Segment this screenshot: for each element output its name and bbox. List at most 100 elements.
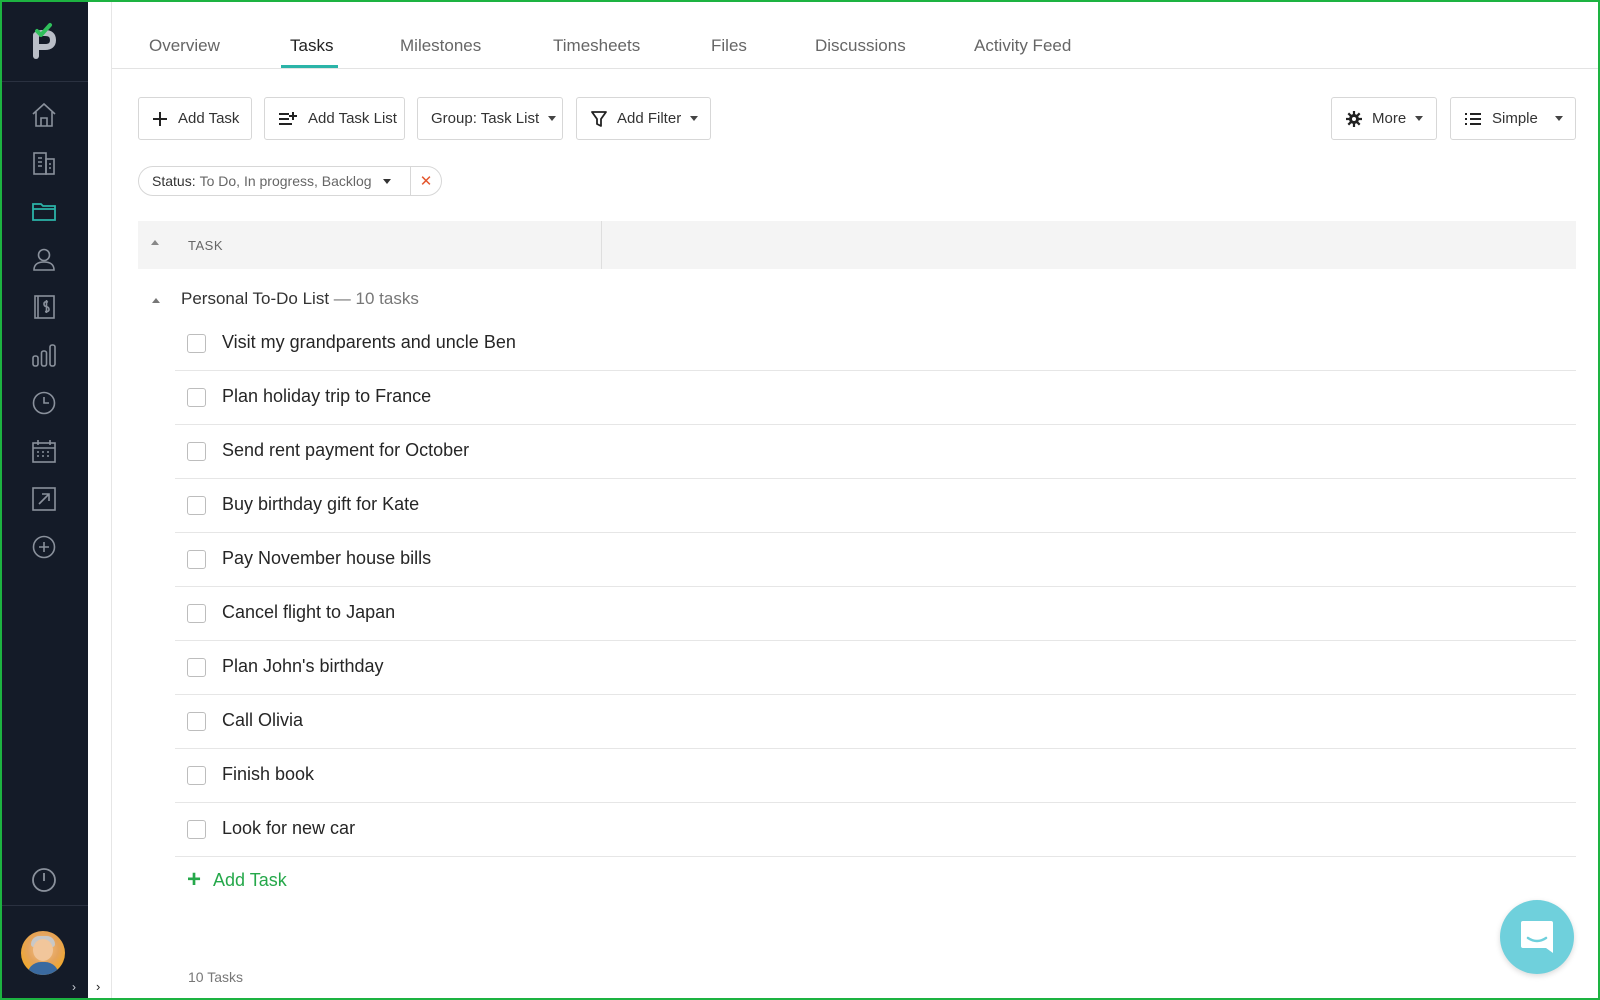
task-list-name: Personal To-Do List	[181, 289, 330, 308]
task-complete-checkbox[interactable]	[187, 604, 206, 623]
status-filter-dropdown[interactable]: Status: To Do, In progress, Backlog	[139, 167, 411, 195]
dollar-ledger-icon	[34, 295, 55, 319]
nav-calendar[interactable]	[0, 429, 88, 473]
nav-invoices[interactable]	[0, 285, 88, 329]
more-label: More	[1372, 110, 1407, 127]
bar-chart-icon	[32, 344, 56, 367]
add-filter-label: Add Filter	[617, 110, 682, 127]
collapse-strip	[88, 0, 112, 1000]
task-name[interactable]: Plan holiday trip to France	[222, 386, 431, 407]
p-logo-icon	[33, 22, 57, 59]
task-row[interactable]: Call Olivia	[175, 695, 1576, 749]
power-clock-icon	[32, 868, 56, 892]
more-dropdown[interactable]: More	[1331, 97, 1437, 140]
task-complete-checkbox[interactable]	[187, 334, 206, 353]
task-complete-checkbox[interactable]	[187, 388, 206, 407]
caret-down-icon	[548, 116, 557, 121]
home-icon	[32, 102, 56, 127]
chat-launcher-button[interactable]	[1500, 900, 1574, 974]
task-name[interactable]: Visit my grandparents and uncle Ben	[222, 332, 516, 353]
task-name[interactable]: Plan John's birthday	[222, 656, 384, 677]
plus-icon: +	[187, 866, 202, 893]
task-row[interactable]: Finish book	[175, 749, 1576, 803]
task-total-count: 10 Tasks	[188, 969, 243, 985]
avatar[interactable]	[21, 931, 65, 975]
calendar-icon	[32, 440, 56, 463]
add-task-button[interactable]: Add Task	[138, 97, 252, 140]
task-row[interactable]: Visit my grandparents and uncle Ben	[175, 317, 1576, 371]
chat-bubble-icon	[1521, 921, 1553, 953]
nav-home[interactable]	[0, 93, 88, 137]
sidebar-divider	[0, 905, 88, 906]
task-row[interactable]: Plan holiday trip to France	[175, 371, 1576, 425]
nav-add[interactable]	[0, 525, 88, 569]
view-mode-dropdown[interactable]: Simple	[1450, 97, 1576, 140]
caret-down-icon	[690, 116, 699, 121]
task-complete-checkbox[interactable]	[187, 442, 206, 461]
task-name[interactable]: Pay November house bills	[222, 548, 431, 569]
task-complete-checkbox[interactable]	[187, 766, 206, 785]
task-row[interactable]: Cancel flight to Japan	[175, 587, 1576, 641]
task-row[interactable]: Send rent payment for October	[175, 425, 1576, 479]
caret-down-icon	[1415, 116, 1424, 121]
panel-expand-icon[interactable]: ›	[96, 979, 100, 994]
tab-files[interactable]: Files	[711, 36, 747, 56]
task-name[interactable]: Cancel flight to Japan	[222, 602, 395, 623]
status-filter-chip: Status: To Do, In progress, Backlog ✕	[138, 166, 442, 196]
remove-filter-button[interactable]: ✕	[411, 167, 441, 195]
group-dropdown[interactable]: Group: Task List	[417, 97, 563, 140]
plus-icon	[152, 111, 168, 127]
task-complete-checkbox[interactable]	[187, 496, 206, 515]
add-task-list-label: Add Task List	[308, 110, 397, 127]
add-task-inline-button[interactable]: + Add Task	[187, 868, 287, 892]
task-list-count: — 10 tasks	[333, 289, 419, 308]
task-name[interactable]: Look for new car	[222, 818, 355, 839]
tab-overview[interactable]: Overview	[149, 36, 220, 56]
timer-button[interactable]	[0, 858, 88, 902]
add-task-inline-label: Add Task	[213, 869, 287, 890]
app-logo[interactable]	[0, 0, 88, 82]
task-name[interactable]: Send rent payment for October	[222, 440, 469, 461]
tab-tasks[interactable]: Tasks	[290, 36, 333, 56]
task-complete-checkbox[interactable]	[187, 712, 206, 731]
column-divider[interactable]	[601, 221, 602, 269]
task-row[interactable]: Buy birthday gift for Kate	[175, 479, 1576, 533]
task-row[interactable]: Pay November house bills	[175, 533, 1576, 587]
task-name[interactable]: Call Olivia	[222, 710, 303, 731]
close-icon: ✕	[419, 173, 433, 190]
nav-projects[interactable]	[0, 189, 88, 233]
nav-companies[interactable]	[0, 141, 88, 185]
task-complete-checkbox[interactable]	[187, 658, 206, 677]
task-row[interactable]: Look for new car	[175, 803, 1576, 857]
project-tabs: Overview Tasks Milestones Timesheets Fil…	[112, 0, 1598, 69]
tab-activity-feed[interactable]: Activity Feed	[974, 36, 1071, 56]
task-list-title[interactable]: Personal To-Do List — 10 tasks	[181, 289, 419, 309]
add-list-icon	[278, 111, 298, 127]
nav-open-external[interactable]	[0, 477, 88, 521]
filter-key: Status:	[152, 173, 196, 189]
task-complete-checkbox[interactable]	[187, 550, 206, 569]
sidebar: ›	[0, 0, 88, 1000]
list-icon	[1464, 112, 1482, 126]
sidebar-expand-icon[interactable]: ›	[72, 980, 76, 994]
external-arrow-icon	[32, 487, 56, 511]
add-filter-dropdown[interactable]: Add Filter	[576, 97, 711, 140]
task-name[interactable]: Buy birthday gift for Kate	[222, 494, 419, 515]
collapse-all-icon[interactable]	[151, 240, 159, 245]
gear-icon	[1345, 110, 1363, 128]
filter-icon	[591, 110, 607, 128]
column-header-task[interactable]: TASK	[188, 238, 223, 253]
tab-discussions[interactable]: Discussions	[815, 36, 906, 56]
add-task-list-button[interactable]: Add Task List	[264, 97, 405, 140]
filter-value: To Do, In progress, Backlog	[199, 173, 372, 189]
nav-time[interactable]	[0, 381, 88, 425]
task-row[interactable]: Plan John's birthday	[175, 641, 1576, 695]
task-complete-checkbox[interactable]	[187, 820, 206, 839]
caret-down-icon	[382, 178, 391, 184]
nav-people[interactable]	[0, 237, 88, 281]
nav-reports[interactable]	[0, 333, 88, 377]
task-name[interactable]: Finish book	[222, 764, 314, 785]
tab-timesheets[interactable]: Timesheets	[553, 36, 640, 56]
tab-milestones[interactable]: Milestones	[400, 36, 481, 56]
group-collapse-icon[interactable]	[152, 298, 160, 303]
